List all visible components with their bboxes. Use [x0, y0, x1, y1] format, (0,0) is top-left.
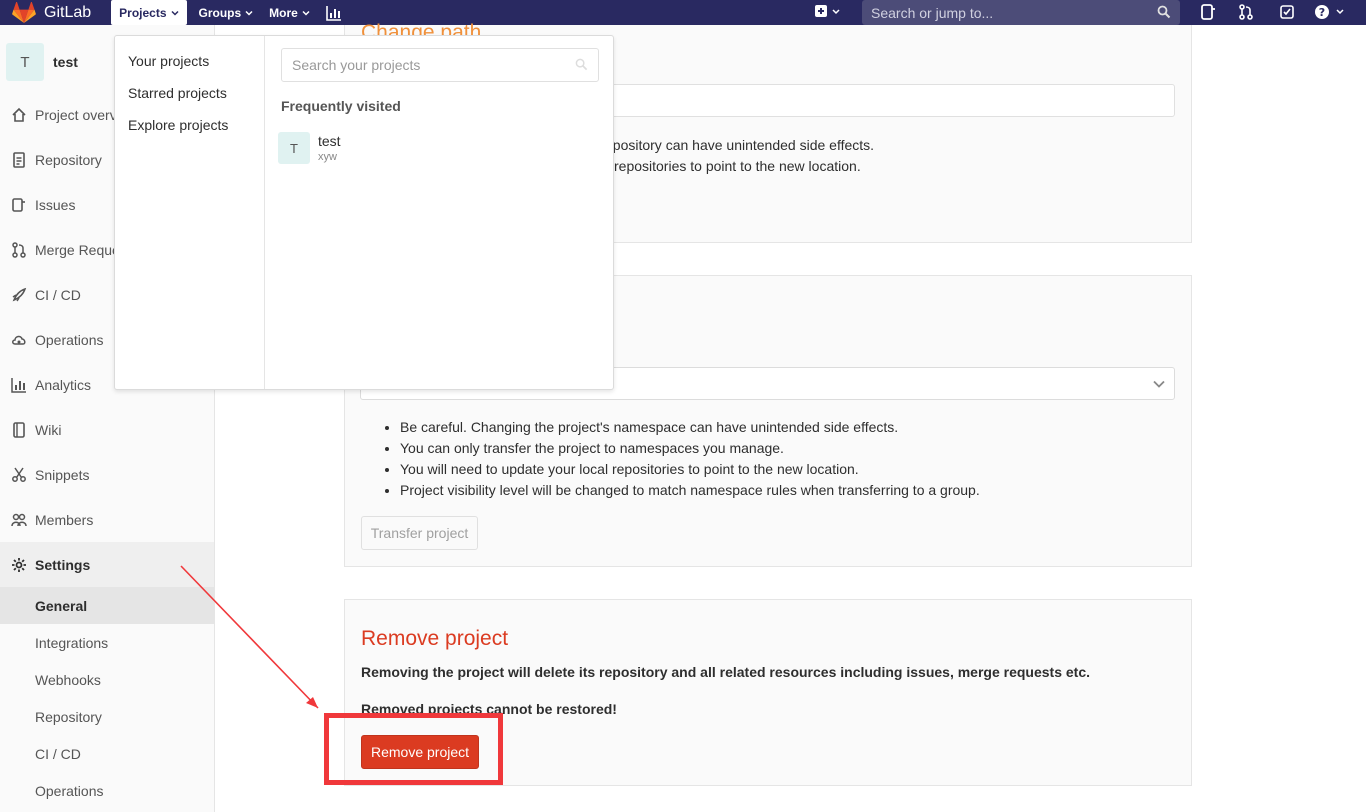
projects-dropdown: Your projects Starred projects Explore p…	[114, 35, 614, 390]
search-projects-input[interactable]: Search your projects	[281, 48, 599, 82]
explore-projects-link[interactable]: Explore projects	[128, 117, 228, 133]
frequent-project-item[interactable]: T test xyw	[278, 132, 341, 164]
starred-projects-link[interactable]: Starred projects	[128, 85, 227, 101]
search-projects-placeholder: Search your projects	[292, 57, 421, 73]
frequent-project-name: test	[318, 133, 341, 149]
your-projects-link[interactable]: Your projects	[128, 53, 209, 69]
annotation-highlight-box	[324, 713, 503, 785]
search-icon	[575, 58, 588, 71]
frequent-project-namespace: xyw	[318, 151, 337, 163]
frequently-visited-heading: Frequently visited	[281, 98, 401, 114]
project-avatar: T	[278, 132, 310, 164]
projects-dropdown-links: Your projects Starred projects Explore p…	[115, 36, 265, 389]
